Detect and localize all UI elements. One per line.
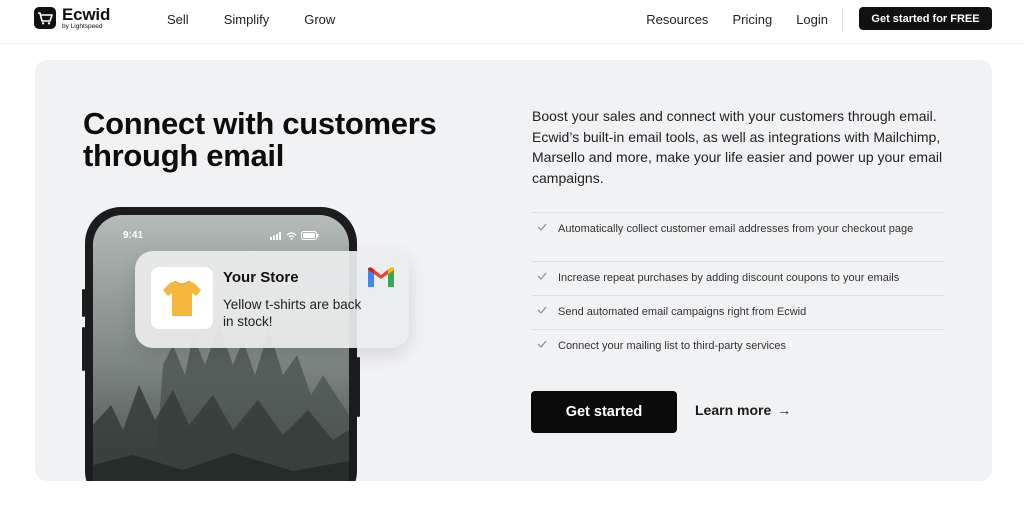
phone-side-button	[357, 357, 360, 417]
learn-more-label: Learn more	[695, 402, 772, 418]
push-notification: Your Store Yellow t-shirts are back in s…	[135, 251, 409, 348]
gmail-icon	[368, 267, 394, 287]
battery-icon	[301, 231, 319, 240]
nav-simplify[interactable]: Simplify	[224, 12, 270, 27]
nav-pricing[interactable]: Pricing	[732, 12, 772, 27]
check-icon	[537, 306, 547, 314]
nav-login[interactable]: Login	[796, 12, 828, 27]
nav-divider	[842, 8, 843, 32]
top-navigation: Ecwid by Lightspeed Sell Simplify Grow R…	[0, 0, 1024, 44]
phone-side-button	[82, 289, 85, 317]
check-icon	[537, 272, 547, 280]
feature-text: Automatically collect customer email add…	[558, 223, 914, 235]
get-started-free-button[interactable]: Get started for FREE	[859, 7, 992, 30]
learn-more-link[interactable]: Learn more →	[695, 402, 791, 418]
logo-name: Ecwid	[62, 5, 111, 24]
list-item: Increase repeat purchases by adding disc…	[532, 261, 944, 295]
primary-nav: Sell Simplify Grow	[167, 12, 335, 27]
feature-list: Automatically collect customer email add…	[532, 212, 944, 363]
get-started-button[interactable]: Get started	[531, 391, 677, 433]
arrow-right-icon: →	[777, 402, 792, 418]
ecwid-logo[interactable]: Ecwid by Lightspeed	[34, 6, 110, 31]
logo-subtitle: by Lightspeed	[62, 23, 103, 30]
cart-logo-icon	[34, 7, 56, 30]
status-time: 9:41	[123, 230, 144, 241]
notification-body: Yellow t-shirts are back in stock!	[223, 297, 362, 329]
nav-grow[interactable]: Grow	[304, 12, 335, 27]
list-item: Connect your mailing list to third-party…	[532, 329, 944, 363]
wifi-icon	[286, 231, 297, 240]
check-icon	[537, 340, 547, 348]
feature-text: Connect your mailing list to third-party…	[558, 340, 787, 352]
signal-icon	[270, 231, 281, 240]
tshirt-icon	[163, 280, 201, 316]
feature-text: Increase repeat purchases by adding disc…	[558, 272, 900, 284]
phone-side-button	[82, 327, 85, 371]
feature-text: Send automated email campaigns right fro…	[558, 306, 807, 318]
status-icons	[270, 231, 319, 240]
list-item: Send automated email campaigns right fro…	[532, 295, 944, 329]
notification-title: Your Store	[223, 269, 299, 286]
nav-sell[interactable]: Sell	[167, 12, 189, 27]
secondary-nav: Resources Pricing Login	[646, 12, 828, 27]
notification-thumbnail	[151, 267, 213, 329]
email-feature-card: Connect with customers through email 9:4…	[35, 60, 992, 481]
list-item: Automatically collect customer email add…	[532, 212, 944, 261]
check-icon	[537, 223, 547, 231]
section-intro: Boost your sales and connect with your c…	[532, 108, 943, 186]
section-headline: Connect with customers through email	[83, 106, 437, 173]
nav-resources[interactable]: Resources	[646, 12, 708, 27]
